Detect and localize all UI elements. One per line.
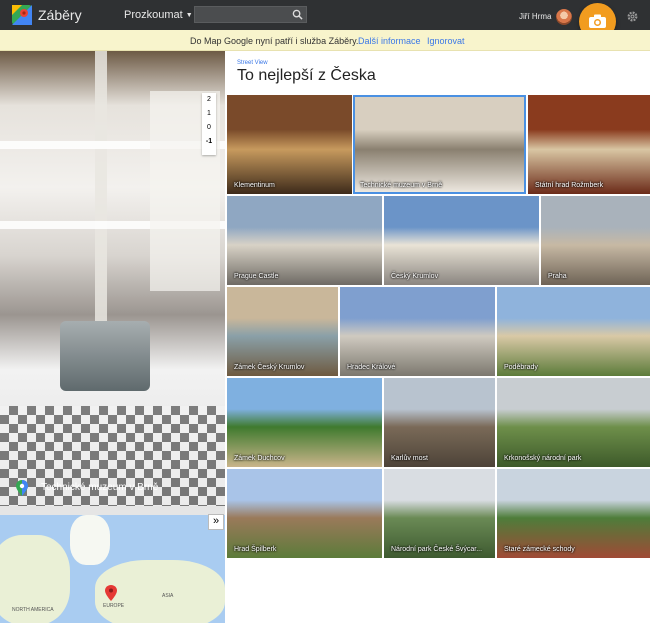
app-title[interactable]: Záběry <box>38 7 82 23</box>
photo-tile[interactable]: Karlův most <box>384 378 495 467</box>
photo-tile[interactable]: Technické muzeum v Brně <box>353 95 526 194</box>
panorama-view[interactable] <box>0 51 225 506</box>
photo-tile[interactable]: Praha <box>541 196 650 285</box>
double-chevron-right-icon: » <box>212 515 220 527</box>
map-label-asia: ASIA <box>162 593 174 599</box>
photo-tile-label: Státní hrad Rožmberk <box>535 182 604 189</box>
photo-tile-label: Praha <box>548 273 567 280</box>
map-label-europe: EUROPE <box>103 603 125 609</box>
photo-tile[interactable]: Zámek Český Krumlov <box>227 287 338 376</box>
photo-tile[interactable]: Český Krumlov <box>384 196 539 285</box>
explore-menu[interactable]: Prozkoumat ▼ <box>124 9 193 21</box>
photo-tile[interactable]: Poděbrady <box>497 287 650 376</box>
notice-bar: Do Map Google nyní patří i služba Záběry… <box>0 30 650 51</box>
photo-tile-label: Technické muzeum v Brně <box>360 182 443 189</box>
search-icon[interactable] <box>292 9 303 20</box>
photo-tile[interactable]: Národní park České Švýcar... <box>384 469 495 558</box>
zoom-level-1[interactable]: 1 <box>202 107 216 121</box>
photo-tile[interactable]: Zámek Duchcov <box>227 378 382 467</box>
photo-tile-label: Hrad Špilberk <box>234 546 277 553</box>
maps-logo-icon[interactable] <box>12 5 32 25</box>
map-label-north-america: NORTH AMERICA <box>12 607 54 613</box>
photo-tile[interactable]: Hrad Špilberk <box>227 469 382 558</box>
photo-tile[interactable]: Hradec Králové <box>340 287 495 376</box>
photo-tile[interactable]: Státní hrad Rožmberk <box>528 95 650 194</box>
avatar[interactable] <box>556 9 572 25</box>
photo-tile-label: Prague Castle <box>234 273 279 280</box>
top-bar: Záběry Prozkoumat ▼ Jiří Hrma <box>0 0 650 40</box>
caret-down-icon: ▼ <box>185 12 193 19</box>
photo-tile[interactable]: Klementinum <box>227 95 352 194</box>
photo-tile[interactable]: Krkonošský národní park <box>497 378 650 467</box>
photo-tile-label: Hradec Králové <box>347 364 396 371</box>
more-info-link[interactable]: Další informace <box>358 36 421 46</box>
photo-tile-label: Český Krumlov <box>391 273 439 280</box>
gallery-title: To nejlepší z Česka <box>237 67 376 84</box>
photo-tile-label: Karlův most <box>391 455 428 462</box>
photo-tile-label: Klementinum <box>234 182 275 189</box>
search-box[interactable] <box>194 6 307 23</box>
maps-pin-icon <box>16 480 28 496</box>
photo-tile-label: Zámek Duchcov <box>234 455 285 462</box>
photo-tile-label: Národní park České Švýcar... <box>391 546 483 553</box>
ignore-link[interactable]: Ignorovat <box>427 36 465 46</box>
photo-tile[interactable]: Staré zámecké schody <box>497 469 650 558</box>
user-name[interactable]: Jiří Hrma <box>519 12 551 21</box>
mini-map[interactable]: NORTH AMERICA EUROPE ASIA <box>0 515 225 623</box>
photo-tile[interactable]: Prague Castle <box>227 196 382 285</box>
photo-tile-label: Poděbrady <box>504 364 538 371</box>
gear-icon[interactable] <box>627 11 638 22</box>
expand-map-button[interactable]: » <box>208 514 224 530</box>
map-marker-icon[interactable] <box>105 585 117 601</box>
category-link[interactable]: Street View <box>237 60 268 66</box>
camera-icon <box>589 14 606 28</box>
zoom-control: 2 1 0 -1 <box>202 93 216 155</box>
map-land-greenland <box>70 515 110 565</box>
photo-tile-label: Zámek Český Krumlov <box>234 364 305 371</box>
panorama-caption[interactable]: Technické muzeum v Brně <box>41 482 158 493</box>
explore-label: Prozkoumat <box>124 9 183 21</box>
photo-tile-label: Krkonošský národní park <box>504 455 582 462</box>
photo-tile-label: Staré zámecké schody <box>504 546 575 553</box>
zoom-level-current[interactable]: -1 <box>202 135 216 149</box>
zoom-level-0[interactable]: 0 <box>202 121 216 135</box>
zoom-level-2[interactable]: 2 <box>202 93 216 107</box>
notice-message: Do Map Google nyní patří i služba Záběry… <box>190 36 359 46</box>
search-input[interactable] <box>195 7 289 22</box>
pano-machine <box>60 321 150 391</box>
